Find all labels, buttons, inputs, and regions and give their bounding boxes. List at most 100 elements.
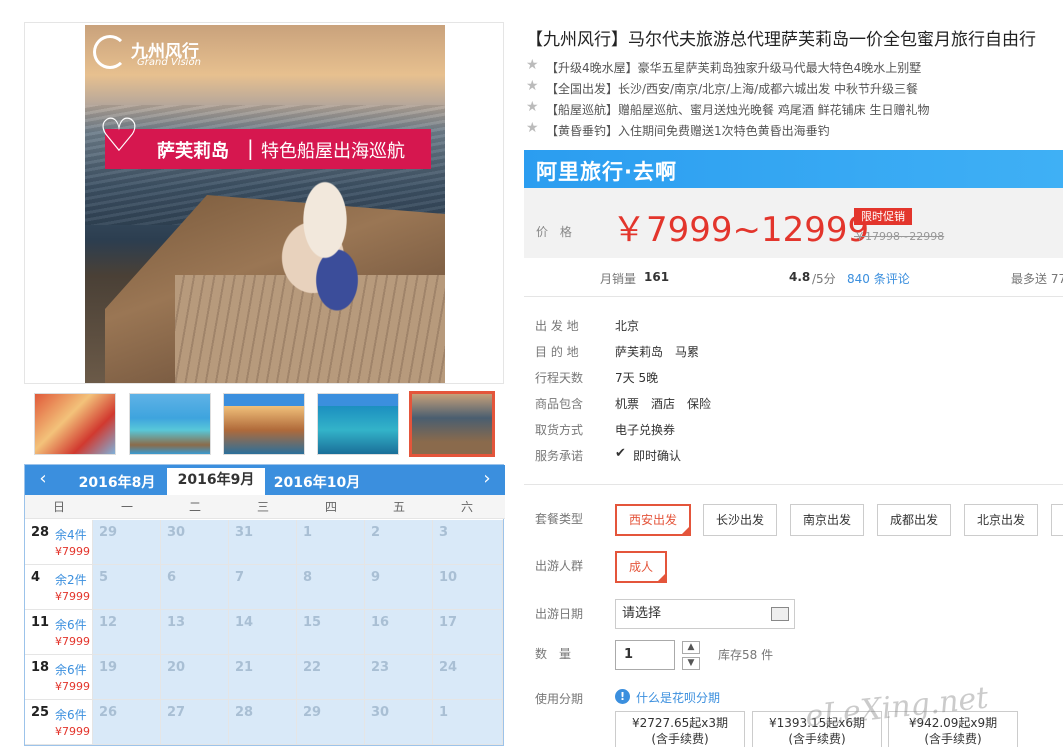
includes-value: 机票 酒店 保险 xyxy=(615,397,712,411)
review-count-link[interactable]: 840 条评论 xyxy=(847,270,910,287)
day-number: 3 xyxy=(439,525,449,540)
banner-slogan: 特色船屋出海巡航 xyxy=(261,141,405,162)
day-number: 17 xyxy=(439,615,458,630)
day-price: ¥7999 xyxy=(55,680,90,693)
prev-month-chevron-icon[interactable]: ‹ xyxy=(33,469,53,489)
stock-text: 库存58 件 xyxy=(718,648,774,662)
huabei-info[interactable]: ! 什么是花呗分期 xyxy=(615,689,720,706)
installment-amount: ¥2727.65起x3期 xyxy=(632,716,728,730)
calendar-day-available[interactable]: 25 余6件 ¥7999 xyxy=(25,700,93,745)
calendar-day-available[interactable]: 4 余2件 ¥7999 xyxy=(25,565,93,610)
feature-item: ★ 【升级4晚水屋】豪华五星萨芙莉岛独家升级马代最大特色4晚水上别墅 xyxy=(526,57,1063,77)
thumbnail-strip xyxy=(24,386,504,462)
thumbnail-3[interactable] xyxy=(223,393,305,455)
traveler-option-adult[interactable]: 成人 xyxy=(615,551,667,583)
calendar-day-unavailable: 9 xyxy=(365,565,433,610)
package-option-changsha[interactable]: 长沙出发 xyxy=(703,504,777,536)
calendar-day-available[interactable]: 11 余6件 ¥7999 xyxy=(25,610,93,655)
calendar-day-unavailable: 24 xyxy=(433,655,503,700)
tab-month-aug[interactable]: 2016年8月 xyxy=(73,471,161,495)
day-number: 4 xyxy=(31,570,41,585)
calendar-day-unavailable: 29 xyxy=(93,520,161,565)
destination-value: 萨芙莉岛 马累 xyxy=(615,345,700,359)
weekday: 日 xyxy=(52,500,65,514)
service-label: 服务承诺 xyxy=(535,449,584,463)
calendar-day-unavailable: 1 xyxy=(297,520,365,565)
thumbnail-2[interactable] xyxy=(129,393,211,455)
tab-month-oct[interactable]: 2016年10月 xyxy=(271,471,363,495)
travel-date-placeholder: 请选择 xyxy=(622,606,662,621)
day-number: 12 xyxy=(99,615,118,630)
logo-ring-icon xyxy=(93,35,127,69)
calendar-day-unavailable: 2 xyxy=(365,520,433,565)
star-icon: ★ xyxy=(526,78,539,94)
calendar-day-unavailable: 19 xyxy=(93,655,161,700)
logo-text-en: Grand Vision xyxy=(137,57,201,68)
package-option-chengdu[interactable]: 成都出发 xyxy=(877,504,951,536)
calendar-day-unavailable: 30 xyxy=(161,520,229,565)
thumbnail-1[interactable] xyxy=(34,393,116,455)
weekday: 一 xyxy=(120,500,133,514)
quantity-input[interactable]: 1 xyxy=(615,640,675,670)
thumbnail-4[interactable] xyxy=(317,393,399,455)
installment-option-3[interactable]: ¥2727.65起x3期 (含手续费) xyxy=(615,711,745,747)
quantity-down-chevron-icon[interactable]: ▼ xyxy=(682,657,700,670)
rating-unit: /5分 xyxy=(812,272,836,286)
day-stock: 余4件 xyxy=(55,528,87,542)
delivery-label: 取货方式 xyxy=(535,423,584,437)
star-icon: ★ xyxy=(526,57,539,73)
calendar-day-available[interactable]: 28 余4件 ¥7999 xyxy=(25,520,93,565)
heart-icon: ♡ xyxy=(98,108,140,162)
info-icon: ! xyxy=(615,689,630,704)
service-value: 即时确认 xyxy=(633,449,682,463)
feature-item: ★ 【黄昏垂钓】入住期间免费赠送1次特色黄昏出海垂钓 xyxy=(526,120,1063,140)
installment-fee: (含手续费) xyxy=(651,732,709,746)
thumbnail-5-selected[interactable] xyxy=(409,391,495,457)
calendar-day-unavailable: 8 xyxy=(297,565,365,610)
day-number: 28 xyxy=(235,705,254,720)
promo-badge: 限时促销 xyxy=(854,208,912,225)
travel-date-select[interactable]: 请选择 xyxy=(615,599,795,629)
star-icon: ★ xyxy=(526,120,539,136)
calendar-icon[interactable] xyxy=(771,607,789,621)
rating-value: 4.8 xyxy=(789,270,811,284)
weekday: 六 xyxy=(460,500,473,514)
tab-month-sep[interactable]: 2016年9月 xyxy=(167,468,265,495)
calendar-day-unavailable: 30 xyxy=(365,700,433,745)
calendar-day-unavailable: 15 xyxy=(297,610,365,655)
quantity-up-chevron-icon[interactable]: ▲ xyxy=(682,641,700,654)
duration-value: 7天 5晚 xyxy=(615,371,659,385)
package-option-beijing[interactable]: 北京出发 xyxy=(964,504,1038,536)
calendar-day-available[interactable]: 18 余6件 ¥7999 xyxy=(25,655,93,700)
departure-value: 北京 xyxy=(615,319,640,333)
calendar-day-unavailable: 16 xyxy=(365,610,433,655)
installment-label: 使用分期 xyxy=(535,692,584,706)
day-number: 22 xyxy=(303,660,322,675)
product-photo: 九州风行 Grand Vision 萨芙莉岛 | 特色船屋出海巡航 ♡ xyxy=(85,25,445,383)
day-number: 2 xyxy=(371,525,381,540)
package-option-xian[interactable]: 西安出发 xyxy=(615,504,691,536)
feature-text: 【全国出发】长沙/西安/南京/北京/上海/成都六城出发 中秋节升级三餐 xyxy=(546,82,919,96)
day-number: 5 xyxy=(99,570,109,585)
delivery-value: 电子兑换券 xyxy=(615,423,676,437)
next-month-chevron-icon[interactable]: › xyxy=(477,469,497,489)
huabei-link[interactable]: 什么是花呗分期 xyxy=(636,691,720,705)
date-calendar: ‹ 2016年8月 2016年9月 2016年10月 › 日 一 二 三 四 五… xyxy=(24,464,505,746)
calendar-day-unavailable: 29 xyxy=(297,700,365,745)
calendar-day-unavailable: 26 xyxy=(93,700,161,745)
day-number: 16 xyxy=(371,615,390,630)
product-title: 【九州风行】马尔代夫旅游总代理萨芙莉岛一价全包蜜月旅行自由行 xyxy=(526,30,1036,50)
day-number: 27 xyxy=(167,705,186,720)
day-stock: 余6件 xyxy=(55,708,87,722)
day-number: 14 xyxy=(235,615,254,630)
day-number: 29 xyxy=(303,705,322,720)
travel-date-label: 出游日期 xyxy=(535,607,584,621)
day-stock: 余6件 xyxy=(55,663,87,677)
check-circle-icon: ✔ xyxy=(615,446,626,461)
ali-travel-brand: 阿里旅行·去啊 xyxy=(536,160,677,184)
package-option-nanjing[interactable]: 南京出发 xyxy=(790,504,864,536)
day-number: 30 xyxy=(371,705,390,720)
package-option-more[interactable] xyxy=(1051,504,1063,536)
day-stock: 余6件 xyxy=(55,618,87,632)
calendar-day-unavailable: 5 xyxy=(93,565,161,610)
